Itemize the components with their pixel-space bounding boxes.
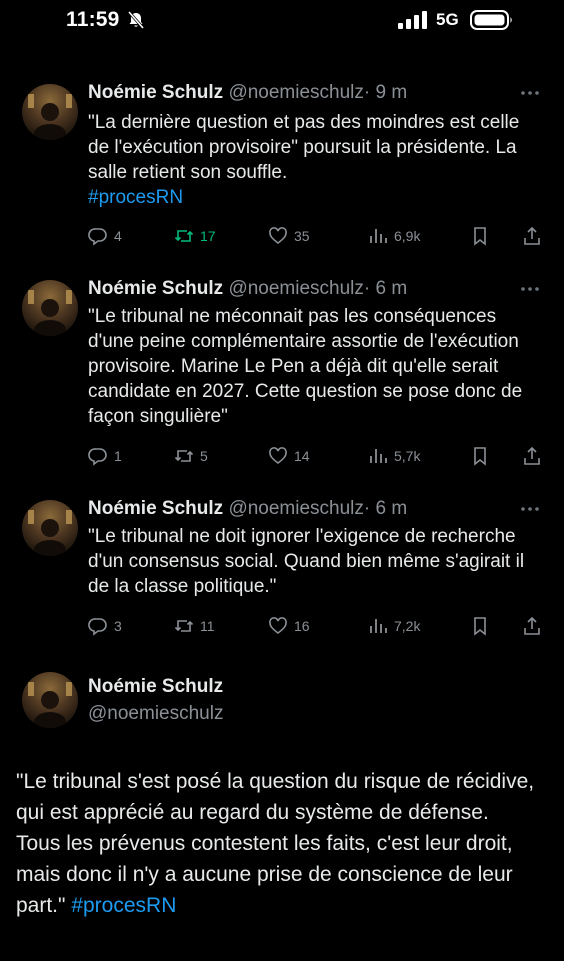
like-button[interactable]: 16 bbox=[268, 614, 310, 638]
retweet-count: 5 bbox=[200, 448, 208, 464]
bookmark-button[interactable] bbox=[470, 444, 490, 468]
bookmark-icon bbox=[474, 617, 486, 636]
like-button[interactable]: 14 bbox=[268, 444, 310, 468]
network-type: 5G bbox=[436, 10, 459, 29]
views-count: 5,7k bbox=[394, 448, 421, 464]
signal-icon bbox=[398, 11, 427, 29]
tweet-body: "Le tribunal ne doit ignorer l'exigence … bbox=[88, 526, 525, 597]
retweet-count: 11 bbox=[200, 618, 215, 634]
like-count: 14 bbox=[294, 448, 310, 464]
tweet-text: "Le tribunal ne doit ignorer l'exigence … bbox=[88, 524, 538, 599]
timestamp[interactable]: · 6 m bbox=[364, 278, 407, 299]
reply-icon bbox=[88, 228, 107, 246]
views-icon bbox=[370, 619, 387, 633]
display-name[interactable]: Noémie Schulz bbox=[88, 82, 223, 103]
avatar[interactable] bbox=[22, 280, 78, 336]
tweet-body: "Le tribunal ne méconnait pas les conséq… bbox=[88, 306, 523, 427]
more-icon[interactable] bbox=[520, 506, 540, 512]
retweet-button[interactable]: 5 bbox=[174, 444, 208, 468]
bookmark-icon bbox=[474, 227, 486, 246]
share-icon bbox=[524, 226, 540, 245]
reply-icon bbox=[88, 618, 107, 636]
more-icon[interactable] bbox=[520, 286, 540, 292]
retweet-button[interactable]: 17 bbox=[174, 224, 216, 248]
share-icon bbox=[524, 446, 540, 465]
tweet-header: Noémie Schulz @noemieschulz· 9 m bbox=[88, 82, 407, 104]
views-count: 6,9k bbox=[394, 228, 421, 244]
tweet-header: Noémie Schulz @noemieschulz· 6 m bbox=[88, 498, 407, 520]
retweet-icon bbox=[174, 450, 194, 462]
display-name[interactable]: Noémie Schulz bbox=[88, 676, 223, 698]
share-button[interactable] bbox=[522, 224, 542, 248]
more-icon[interactable] bbox=[520, 90, 540, 96]
like-count: 35 bbox=[294, 228, 310, 244]
bookmark-button[interactable] bbox=[470, 614, 490, 638]
hashtag-link[interactable]: #procesRN bbox=[88, 187, 183, 208]
avatar[interactable] bbox=[22, 84, 78, 140]
username[interactable]: @noemieschulz bbox=[88, 703, 223, 725]
share-button[interactable] bbox=[522, 444, 542, 468]
views-count: 7,2k bbox=[394, 618, 421, 634]
like-button[interactable]: 35 bbox=[268, 224, 310, 248]
display-name[interactable]: Noémie Schulz bbox=[88, 278, 223, 299]
display-name[interactable]: Noémie Schulz bbox=[88, 498, 223, 519]
like-icon bbox=[269, 447, 287, 465]
views-icon bbox=[370, 449, 387, 463]
username[interactable]: @noemieschulz bbox=[228, 82, 363, 103]
reply-count: 3 bbox=[114, 618, 122, 634]
avatar[interactable] bbox=[22, 672, 78, 728]
retweet-icon bbox=[174, 620, 194, 632]
like-icon bbox=[269, 617, 287, 635]
tweet-text: "Le tribunal s'est posé la question du r… bbox=[16, 766, 556, 921]
clock: 11:59 bbox=[66, 8, 120, 31]
share-icon bbox=[524, 616, 540, 635]
timestamp[interactable]: · 6 m bbox=[364, 498, 407, 519]
reply-count: 4 bbox=[114, 228, 122, 244]
reply-button[interactable]: 4 bbox=[88, 224, 122, 248]
timestamp[interactable]: · 9 m bbox=[364, 82, 407, 103]
hashtag-link[interactable]: #procesRN bbox=[71, 894, 176, 917]
tweet-header: Noémie Schulz @noemieschulz· 6 m bbox=[88, 278, 407, 300]
retweet-icon bbox=[174, 230, 194, 242]
tweet-actions: 1 5 14 5,7k bbox=[88, 444, 548, 468]
reply-button[interactable]: 3 bbox=[88, 614, 122, 638]
like-icon bbox=[269, 227, 287, 245]
reply-count: 1 bbox=[114, 448, 122, 464]
views-button[interactable]: 7,2k bbox=[368, 614, 420, 638]
tweet-text: "Le tribunal ne méconnait pas les conséq… bbox=[88, 304, 538, 429]
like-count: 16 bbox=[294, 618, 310, 634]
bookmark-icon bbox=[474, 447, 486, 466]
battery-icon bbox=[470, 10, 512, 30]
username[interactable]: @noemieschulz bbox=[228, 278, 363, 299]
bell-slash-icon bbox=[127, 11, 145, 29]
retweet-button[interactable]: 11 bbox=[174, 614, 215, 638]
share-button[interactable] bbox=[522, 614, 542, 638]
avatar[interactable] bbox=[22, 500, 78, 556]
views-icon bbox=[370, 229, 387, 243]
bookmark-button[interactable] bbox=[470, 224, 490, 248]
tweet-body: "La dernière question et pas des moindre… bbox=[88, 112, 520, 183]
username[interactable]: @noemieschulz bbox=[228, 498, 363, 519]
tweet-text: "La dernière question et pas des moindre… bbox=[88, 110, 538, 210]
reply-button[interactable]: 1 bbox=[88, 444, 122, 468]
tweet-actions: 3 11 16 7,2k bbox=[88, 614, 548, 638]
views-button[interactable]: 5,7k bbox=[368, 444, 420, 468]
tweet-actions: 4 17 35 6,9k bbox=[88, 224, 548, 248]
views-button[interactable]: 6,9k bbox=[368, 224, 420, 248]
retweet-count: 17 bbox=[200, 228, 216, 244]
reply-icon bbox=[88, 448, 107, 466]
status-bar: 11:59 5G bbox=[0, 0, 564, 44]
